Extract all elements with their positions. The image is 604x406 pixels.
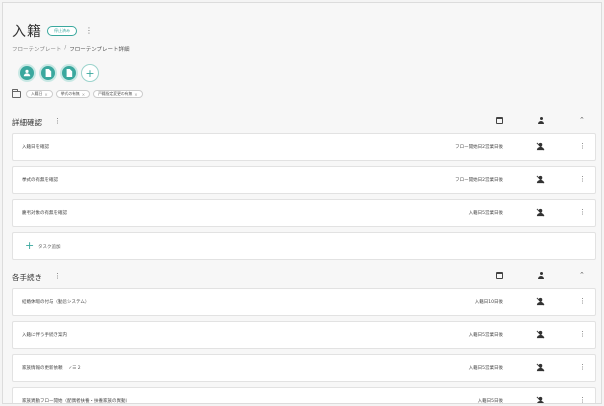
checklist-icon: ✓☰ [68, 365, 77, 371]
section-header-detail-check: 詳細確認 ⋮ ⌃ [3, 115, 601, 129]
add-task-label: タスク追加 [38, 245, 61, 250]
task-name: 家族情報の更新依頼 [22, 366, 63, 371]
close-icon[interactable]: × [44, 92, 47, 97]
task-row[interactable]: 家族情報の更新依頼 ✓☰ 2 入籍日5営業日後 ⋮ [12, 354, 596, 382]
add-action-button[interactable]: + [81, 64, 99, 82]
breadcrumb-current: フローテンプレート詳細 [69, 47, 130, 53]
title-more-menu-icon[interactable]: ⋮ [85, 27, 93, 35]
checklist-indicator: ✓☰ 2 [69, 366, 81, 371]
task-due: 入籍日5営業日後 [468, 366, 503, 371]
user-icon[interactable] [537, 272, 545, 280]
chevron-up-icon[interactable]: ⌃ [579, 117, 585, 124]
section-title: 詳細確認 [12, 118, 42, 127]
task-row[interactable]: 慶弔対象の有無を確認 入籍日5営業日後 ⋮ [12, 199, 596, 227]
unassigned-user-icon[interactable] [536, 363, 545, 372]
task-more-menu-icon[interactable]: ⋮ [579, 297, 586, 305]
close-icon[interactable]: × [82, 92, 85, 97]
task-more-menu-icon[interactable]: ⋮ [579, 208, 586, 216]
task-name: 挙式の有無を確認 [22, 178, 58, 183]
status-badge: 停止済み [47, 26, 77, 36]
task-name-with-checklist: 家族情報の更新依頼 ✓☰ 2 [22, 365, 81, 372]
task-name: 慶弔対象の有無を確認 [22, 211, 67, 216]
user-icon[interactable] [537, 117, 545, 125]
close-icon[interactable]: × [134, 92, 137, 97]
breadcrumb: フローテンプレート / フローテンプレート詳細 [12, 45, 130, 53]
unassigned-user-icon[interactable] [536, 142, 545, 151]
folder-icon [12, 88, 21, 98]
section-title: 各手続き [12, 273, 42, 282]
calendar-icon[interactable] [496, 117, 503, 124]
task-more-menu-icon[interactable]: ⋮ [579, 142, 586, 150]
unassigned-user-icon[interactable] [536, 297, 545, 306]
document-alt-button[interactable] [60, 64, 78, 82]
document-icon [66, 69, 73, 77]
plus-icon: + [25, 239, 35, 252]
tags-row: 入籍日 × 挙式の有無 × 戸籍指定変更の有無 × [12, 88, 143, 98]
task-more-menu-icon[interactable]: ⋮ [579, 330, 586, 338]
task-due: フロー開始日2営業日後 [455, 145, 503, 150]
task-row[interactable]: 挙式の有無を確認 フロー開始日2営業日後 ⋮ [12, 166, 596, 194]
action-buttons: + [18, 64, 99, 82]
page-title: 入籍 [12, 24, 42, 40]
task-more-menu-icon[interactable]: ⋮ [579, 363, 586, 371]
unassigned-user-icon[interactable] [536, 208, 545, 217]
task-row[interactable]: 入籍に伴う手続き案内 入籍日5営業日後 ⋮ [12, 321, 596, 349]
app-frame: 入籍 停止済み ⋮ フローテンプレート / フローテンプレート詳細 + 入籍日 ×… [2, 2, 602, 404]
document-icon [45, 69, 52, 77]
task-due: 入籍日10日後 [474, 300, 503, 305]
task-due: 入籍日5営業日後 [468, 211, 503, 216]
unassigned-user-icon[interactable] [536, 396, 545, 403]
task-name: 入籍に伴う手続き案内 [22, 333, 67, 338]
title-row: 入籍 停止済み ⋮ [12, 21, 93, 41]
unassigned-user-icon[interactable] [536, 175, 545, 184]
tag-chip[interactable]: 戸籍指定変更の有無 × [93, 90, 143, 98]
task-due: フロー開始日2営業日後 [455, 178, 503, 183]
task-name: 家族異動フロー開始（配偶者扶養・扶養家族の異動） [22, 399, 130, 404]
task-row[interactable]: 家族異動フロー開始（配偶者扶養・扶養家族の異動） 入籍日5日後 ⋮ [12, 387, 596, 404]
chevron-up-icon[interactable]: ⌃ [579, 272, 585, 279]
checklist-count: 2 [77, 365, 81, 371]
task-name: 結婚休暇の付与（勤怠システム） [22, 300, 90, 305]
task-more-menu-icon[interactable]: ⋮ [579, 175, 586, 183]
breadcrumb-separator: / [64, 45, 67, 51]
section-more-menu-icon[interactable]: ⋮ [54, 272, 61, 280]
task-due: 入籍日5日後 [477, 399, 503, 404]
breadcrumb-parent-link[interactable]: フローテンプレート [12, 45, 61, 53]
task-due: 入籍日5営業日後 [468, 333, 503, 338]
person-button[interactable] [18, 64, 36, 82]
task-name: 入籍日を確認 [22, 145, 49, 150]
task-row[interactable]: 入籍日を確認 フロー開始日2営業日後 ⋮ [12, 133, 596, 161]
section-more-menu-icon[interactable]: ⋮ [54, 117, 61, 125]
add-task-button[interactable]: + タスク追加 [12, 232, 596, 260]
tag-chip[interactable]: 入籍日 × [26, 90, 53, 98]
section-header-procedures: 各手続き ⋮ ⌃ [3, 270, 601, 284]
document-button[interactable] [39, 64, 57, 82]
person-icon [23, 69, 31, 77]
calendar-icon[interactable] [496, 272, 503, 279]
tag-chip[interactable]: 挙式の有無 × [55, 90, 91, 98]
unassigned-user-icon[interactable] [536, 330, 545, 339]
task-row[interactable]: 結婚休暇の付与（勤怠システム） 入籍日10日後 ⋮ [12, 288, 596, 316]
add-icon: + [85, 66, 95, 80]
task-more-menu-icon[interactable]: ⋮ [579, 396, 586, 403]
